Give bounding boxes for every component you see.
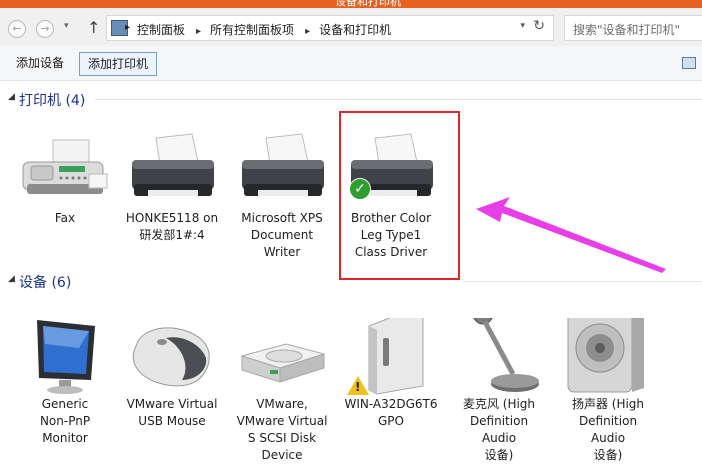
change-view-icon[interactable] xyxy=(682,57,696,69)
device-item-microphone[interactable]: 麦克风 (High Definition Audio 设备) xyxy=(451,318,547,464)
search-placeholder: 搜索"设备和打印机" xyxy=(573,23,681,37)
device-label: Microsoft XPS Document Writer xyxy=(241,211,323,259)
device-item-fax[interactable]: Fax xyxy=(17,132,113,227)
group-title: 设备 (6) xyxy=(19,275,72,291)
microphone-icon xyxy=(453,318,545,396)
back-button[interactable]: ← xyxy=(8,20,26,38)
breadcrumb-item[interactable]: 控制面板 xyxy=(137,23,185,37)
group-header-devices[interactable]: ◢ 设备 (6) xyxy=(0,272,702,292)
device-item-speaker[interactable]: 扬声器 (High Definition Audio 设备) xyxy=(560,318,656,464)
computer-icon: ! xyxy=(345,318,437,396)
device-item-computer[interactable]: ! WIN-A32DG6T6 GPO xyxy=(343,318,439,430)
breadcrumb-separator-icon[interactable]: ▸ xyxy=(196,26,201,37)
breadcrumb-separator-icon[interactable]: ▸ xyxy=(125,22,130,33)
device-label: VMware Virtual USB Mouse xyxy=(126,397,218,428)
divider xyxy=(462,281,702,282)
device-label: Generic Non-PnP Monitor xyxy=(39,397,91,445)
device-item-mouse[interactable]: VMware Virtual USB Mouse xyxy=(124,318,220,430)
monitor-icon xyxy=(19,318,111,396)
search-input[interactable]: 搜索"设备和打印机" xyxy=(564,15,702,41)
address-dropdown-icon[interactable]: ▾ xyxy=(520,21,525,31)
group-title: 打印机 (4) xyxy=(19,93,86,109)
device-label: 扬声器 (High Definition Audio 设备) xyxy=(571,397,645,462)
disk-icon xyxy=(236,318,328,396)
device-item-disk[interactable]: VMware, VMware Virtual S SCSI Disk Device xyxy=(234,318,330,464)
collapse-icon[interactable]: ◢ xyxy=(8,92,15,102)
fax-icon xyxy=(19,132,111,210)
divider xyxy=(95,99,702,100)
warning-icon: ! xyxy=(347,376,369,395)
refresh-icon[interactable]: ↻ xyxy=(533,18,545,34)
recent-locations-dropdown[interactable]: ▾ xyxy=(64,21,69,31)
speaker-icon xyxy=(562,318,654,396)
breadcrumb: ▸ 控制面板 ▸ 所有控制面板项 ▸ 设备和打印机 xyxy=(125,21,395,38)
address-box[interactable]: ▸ 控制面板 ▸ 所有控制面板项 ▸ 设备和打印机 ▾ ↻ xyxy=(106,15,554,41)
title-bar: 设备和打印机 xyxy=(0,0,702,8)
command-bar: 添加设备 添加打印机 xyxy=(0,46,702,81)
breadcrumb-item[interactable]: 设备和打印机 xyxy=(319,23,391,37)
device-label: 麦克风 (High Definition Audio 设备) xyxy=(462,397,536,462)
device-item-printer[interactable]: HONKE5118 on 研发部1#:4 xyxy=(124,132,220,244)
collapse-icon[interactable]: ◢ xyxy=(8,274,15,284)
device-label: HONKE5118 on 研发部1#:4 xyxy=(125,211,219,242)
address-bar-area: ← → ▾ ↑ ▸ 控制面板 ▸ 所有控制面板项 ▸ 设备和打印机 ▾ ↻ 搜索"设备和… xyxy=(0,8,702,46)
add-device-button[interactable]: 添加设备 xyxy=(8,52,72,74)
mouse-icon xyxy=(126,318,218,396)
breadcrumb-item[interactable]: 所有控制面板项 xyxy=(210,23,294,37)
window-title: 设备和打印机 xyxy=(335,0,401,8)
device-item-printer[interactable]: Microsoft XPS Document Writer xyxy=(234,132,330,261)
printer-icon xyxy=(126,132,218,210)
annotation-highlight-box xyxy=(339,111,460,280)
printer-icon xyxy=(236,132,328,210)
group-header-printers[interactable]: ◢ 打印机 (4) xyxy=(0,90,702,110)
up-button[interactable]: ↑ xyxy=(87,18,100,37)
device-item-monitor[interactable]: Generic Non-PnP Monitor xyxy=(17,318,113,447)
breadcrumb-separator-icon[interactable]: ▸ xyxy=(305,26,310,37)
add-printer-button[interactable]: 添加打印机 xyxy=(79,52,158,76)
device-label: WIN-A32DG6T6 GPO xyxy=(344,397,438,428)
device-label: VMware, VMware Virtual S SCSI Disk Device xyxy=(236,397,328,462)
forward-button[interactable]: → xyxy=(36,20,54,38)
device-label: Fax xyxy=(54,211,76,225)
annotation-arrow-icon xyxy=(476,197,666,273)
